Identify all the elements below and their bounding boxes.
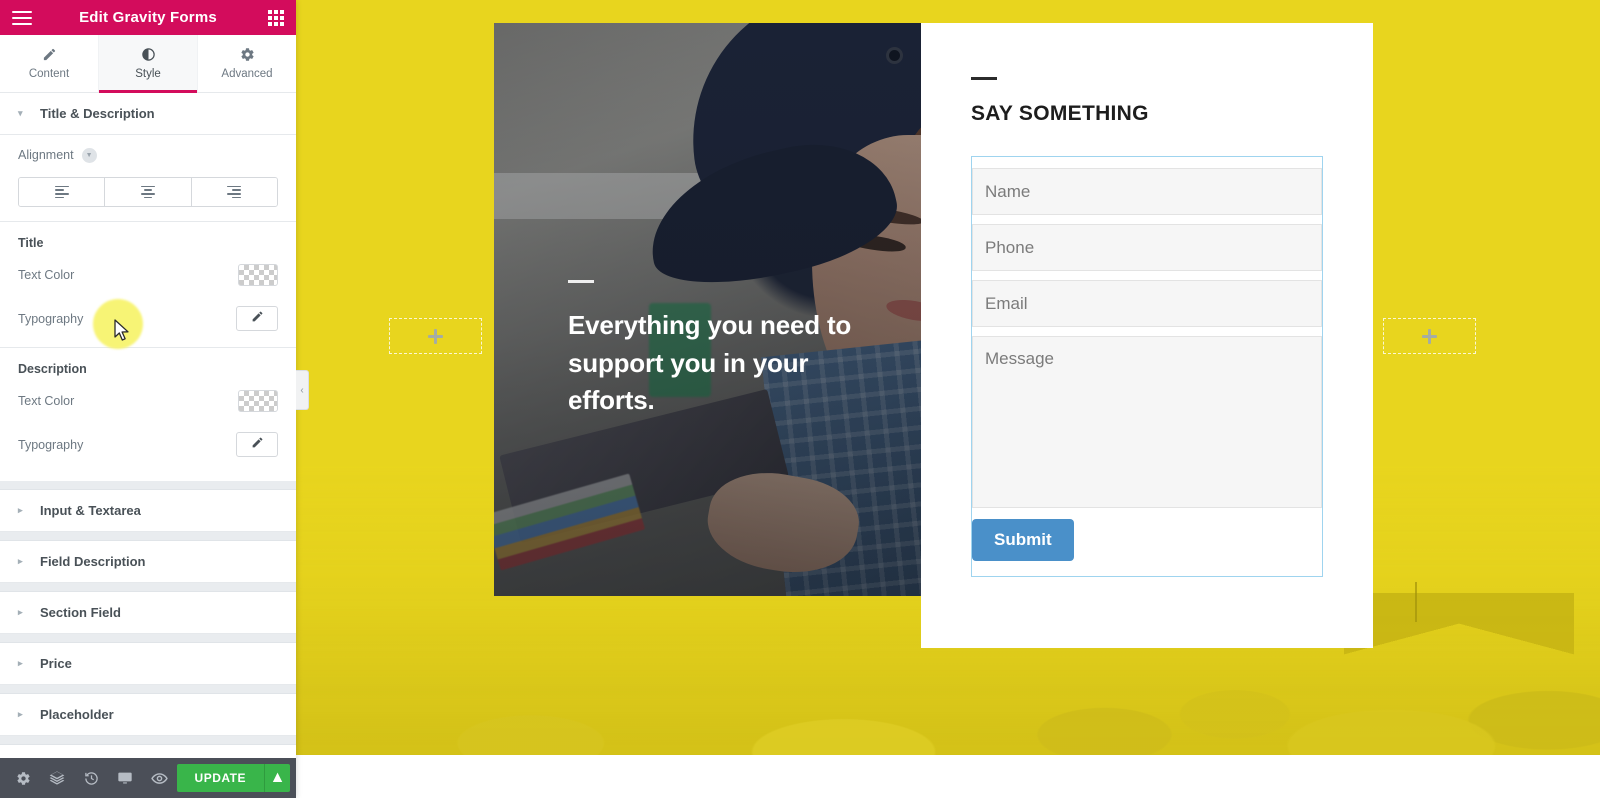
device-toggle-icon[interactable]: ▼ [81, 147, 97, 163]
gravity-forms-widget-selected[interactable]: Submit [971, 156, 1323, 577]
submit-button[interactable]: Submit [972, 519, 1074, 561]
alignment-control-row: Alignment ▼ [0, 135, 296, 175]
title-text-color-swatch[interactable] [238, 264, 278, 286]
hero-heading: Everything you need to support you in yo… [568, 309, 852, 416]
description-typography-label: Typography [18, 437, 84, 452]
chevron-right-icon: ▸ [18, 607, 23, 617]
title-typography-label: Typography [18, 311, 84, 326]
tab-style-label: Style [135, 68, 161, 80]
pencil-icon [42, 47, 57, 62]
panel-scroll-body[interactable]: ▾ Title & Description Alignment ▼ Title … [0, 93, 296, 758]
history-icon[interactable] [74, 758, 108, 798]
elementor-editor: Edit Gravity Forms Content Style Advance… [0, 0, 1600, 798]
grid-icon[interactable] [268, 9, 284, 26]
section-input-and-textarea[interactable]: ▸ Input & Textarea [0, 490, 296, 532]
description-typography-row: Typography [0, 422, 296, 467]
chevron-down-icon: ▾ [18, 108, 23, 118]
section-label: Field Description [40, 554, 146, 569]
panel-collapse-handle[interactable]: ‹ [296, 370, 309, 410]
form-rule [971, 77, 997, 80]
panel-footer-toolbar: UPDATE ▲ [0, 758, 296, 798]
chevron-right-icon: ▸ [18, 709, 23, 719]
align-center-icon [140, 185, 155, 199]
section-separator [0, 481, 296, 490]
layers-icon[interactable] [40, 758, 74, 798]
description-text-color-label: Text Color [18, 394, 75, 408]
panel-tabs: Content Style Advanced [0, 35, 296, 93]
title-group-label: Title [18, 236, 44, 250]
editor-panel: Edit Gravity Forms Content Style Advance… [0, 0, 296, 798]
section-field-description[interactable]: ▸ Field Description [0, 541, 296, 583]
alignment-choices [18, 177, 278, 207]
contrast-icon [141, 47, 156, 62]
alignment-label: Alignment [18, 148, 74, 162]
pencil-edit-icon [251, 436, 264, 454]
preview-canvas: Everything you need to support you in yo… [296, 0, 1600, 798]
title-text-color-label: Text Color [18, 268, 75, 282]
section-separator [0, 583, 296, 592]
section-separator [0, 634, 296, 643]
add-element-box-left[interactable] [389, 318, 482, 354]
add-element-box-right[interactable] [1383, 318, 1476, 354]
pencil-edit-icon [251, 310, 264, 328]
chevron-right-icon: ▸ [18, 556, 23, 566]
preview-eye-icon[interactable] [142, 758, 176, 798]
section-label: Section Field [40, 605, 121, 620]
title-text-color-row: Text Color [0, 254, 296, 296]
plus-icon [428, 328, 443, 344]
section-separator [0, 532, 296, 541]
section-price[interactable]: ▸ Price [0, 643, 296, 685]
panel-title: Edit Gravity Forms [79, 9, 217, 26]
tab-advanced[interactable]: Advanced [198, 35, 296, 92]
settings-gear-icon[interactable] [6, 758, 40, 798]
gear-icon [240, 47, 255, 62]
description-text-color-swatch[interactable] [238, 390, 278, 412]
tab-advanced-label: Advanced [221, 68, 273, 80]
alignment-label-wrap: Alignment ▼ [18, 147, 97, 163]
description-text-color-row: Text Color [0, 380, 296, 422]
tab-style[interactable]: Style [99, 35, 198, 93]
name-input[interactable] [972, 168, 1322, 215]
responsive-icon[interactable] [108, 758, 142, 798]
hamburger-icon[interactable] [12, 10, 32, 25]
form-title: SAY SOMETHING [971, 102, 1149, 125]
section-title-and-description[interactable]: ▾ Title & Description [0, 93, 296, 135]
section-separator [0, 736, 296, 745]
title-typography-edit-button[interactable] [236, 306, 278, 331]
section-separator [0, 685, 296, 694]
update-button-group: UPDATE ▲ [176, 764, 290, 792]
chevron-right-icon: ▸ [18, 505, 23, 515]
section-placeholder[interactable]: ▸ Placeholder [0, 694, 296, 736]
form-inner: SAY SOMETHING Submit [921, 23, 1373, 577]
hero-image[interactable]: Everything you need to support you in yo… [494, 23, 926, 596]
update-button[interactable]: UPDATE [176, 764, 264, 792]
title-typography-row: Typography [0, 296, 296, 341]
align-left-button[interactable] [19, 178, 106, 206]
description-group-label: Description [18, 362, 87, 376]
chevron-right-icon: ▸ [18, 658, 23, 668]
section-label: Input & Textarea [40, 503, 141, 518]
section-label: Placeholder [40, 707, 114, 722]
hero-text-block[interactable]: Everything you need to support you in yo… [568, 279, 868, 420]
form-card: SAY SOMETHING Submit [921, 23, 1373, 648]
section-label: Price [40, 656, 72, 671]
panel-header: Edit Gravity Forms [0, 0, 296, 35]
description-typography-edit-button[interactable] [236, 432, 278, 457]
plus-icon [1422, 328, 1437, 344]
tab-content-label: Content [28, 68, 70, 80]
align-left-icon [54, 185, 69, 199]
align-right-icon [227, 185, 242, 199]
align-right-button[interactable] [191, 178, 277, 206]
message-textarea[interactable] [972, 336, 1322, 508]
update-caret-icon[interactable]: ▲ [264, 764, 290, 792]
align-center-button[interactable] [105, 178, 192, 206]
phone-input[interactable] [972, 224, 1322, 271]
tab-content[interactable]: Content [0, 35, 99, 92]
section-title-label: Title & Description [40, 106, 155, 121]
email-input[interactable] [972, 280, 1322, 327]
section-section-field[interactable]: ▸ Section Field [0, 592, 296, 634]
hero-rule [568, 279, 594, 283]
